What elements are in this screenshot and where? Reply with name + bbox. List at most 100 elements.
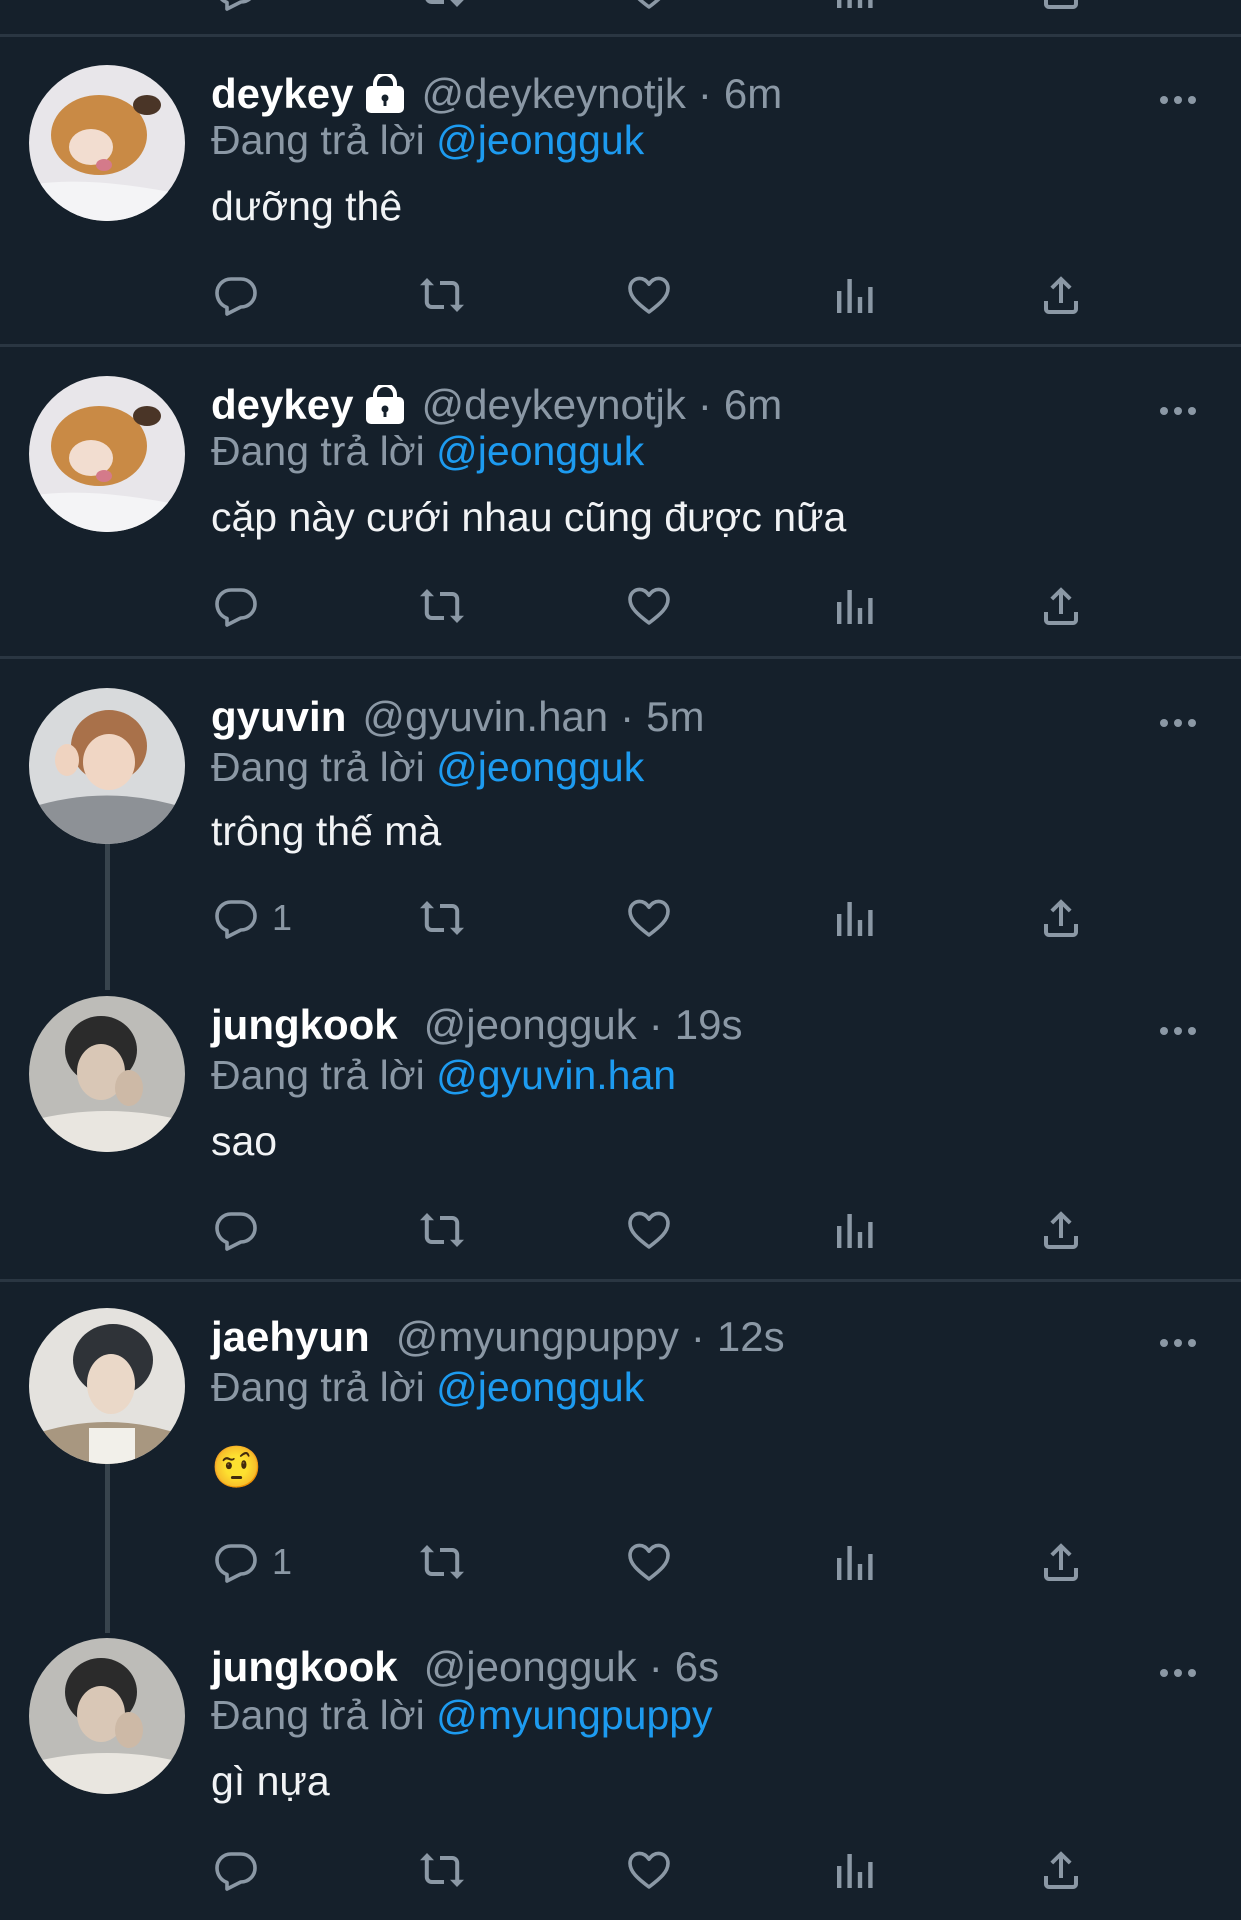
- avatar[interactable]: [29, 65, 185, 221]
- share-button[interactable]: [1037, 1532, 1085, 1592]
- like-button[interactable]: [625, 888, 673, 948]
- more-icon[interactable]: [1158, 716, 1198, 730]
- reply-prefix: Đang trả lời: [211, 744, 425, 790]
- tweet-header: jaehyun @myungpuppy · 12s: [211, 1308, 785, 1366]
- share-button[interactable]: [1037, 265, 1085, 325]
- reply-button[interactable]: 1: [212, 888, 292, 948]
- display-name[interactable]: deykey: [211, 70, 353, 118]
- display-name[interactable]: jungkook: [211, 1643, 398, 1691]
- reply-icon: [212, 1206, 260, 1254]
- like-button[interactable]: [625, 265, 673, 325]
- tweet-header: jungkook @jeongguk · 19s: [211, 996, 743, 1054]
- like-button[interactable]: [625, 1532, 673, 1592]
- reply-icon[interactable]: [212, 0, 260, 14]
- tweet-actions: [0, 576, 1241, 636]
- timestamp[interactable]: 6s: [675, 1643, 719, 1691]
- views-icon: [831, 271, 879, 319]
- username[interactable]: @myungpuppy: [396, 1313, 679, 1361]
- username[interactable]: @jeongguk: [424, 1643, 637, 1691]
- reply-mention[interactable]: @jeongguk: [436, 744, 644, 790]
- timestamp[interactable]: 5m: [646, 693, 704, 741]
- avatar[interactable]: [29, 688, 185, 844]
- reply-button[interactable]: [212, 1200, 272, 1260]
- views-icon: [831, 1538, 879, 1586]
- like-icon: [625, 271, 673, 319]
- username[interactable]: @jeongguk: [424, 1001, 637, 1049]
- reply-icon: [212, 271, 260, 319]
- views-icon: [831, 1206, 879, 1254]
- views-button[interactable]: [831, 576, 879, 636]
- like-button[interactable]: [625, 1840, 673, 1900]
- reply-mention[interactable]: @jeongguk: [436, 428, 644, 474]
- share-button[interactable]: [1037, 1840, 1085, 1900]
- separator-dot: ·: [697, 70, 712, 117]
- reply-mention[interactable]: @myungpuppy: [436, 1692, 712, 1738]
- display-name[interactable]: jaehyun: [211, 1313, 370, 1361]
- reply-mention[interactable]: @jeongguk: [436, 117, 644, 163]
- timestamp[interactable]: 19s: [675, 1001, 743, 1049]
- like-button[interactable]: [625, 576, 673, 636]
- divider: [0, 656, 1241, 659]
- views-button[interactable]: [831, 1840, 879, 1900]
- avatar[interactable]: [29, 1638, 185, 1794]
- retweet-button[interactable]: [418, 576, 466, 636]
- views-button[interactable]: [831, 1532, 879, 1592]
- avatar[interactable]: [29, 376, 185, 532]
- share-button[interactable]: [1037, 888, 1085, 948]
- lock-icon: [365, 74, 405, 114]
- share-button[interactable]: [1037, 576, 1085, 636]
- avatar[interactable]: [29, 996, 185, 1152]
- username[interactable]: @gyuvin.han: [362, 693, 608, 741]
- timestamp[interactable]: 6m: [724, 381, 782, 429]
- reply-button[interactable]: [212, 1840, 272, 1900]
- reply-button[interactable]: 1: [212, 1532, 292, 1592]
- views-icon[interactable]: [831, 0, 879, 14]
- tweet-text: dưỡng thê: [211, 183, 403, 229]
- retweet-icon: [418, 1206, 466, 1254]
- reply-button[interactable]: [212, 576, 272, 636]
- retweet-button[interactable]: [418, 265, 466, 325]
- tweet-header: gyuvin @gyuvin.han · 5m: [211, 688, 705, 746]
- retweet-button[interactable]: [418, 1200, 466, 1260]
- views-icon: [831, 582, 879, 630]
- retweet-button[interactable]: [418, 888, 466, 948]
- more-icon[interactable]: [1158, 1336, 1198, 1350]
- tweet-actions: [0, 1200, 1241, 1260]
- tweet-actions: [0, 265, 1241, 325]
- timestamp[interactable]: 12s: [717, 1313, 785, 1361]
- more-icon[interactable]: [1158, 404, 1198, 418]
- share-button[interactable]: [1037, 1200, 1085, 1260]
- reply-mention[interactable]: @jeongguk: [436, 1364, 644, 1410]
- separator-dot: ·: [648, 1001, 663, 1048]
- previous-tweet-actions: [0, 0, 1241, 34]
- display-name[interactable]: gyuvin: [211, 693, 346, 741]
- views-button[interactable]: [831, 1200, 879, 1260]
- display-name[interactable]: jungkook: [211, 1001, 398, 1049]
- tweet-text: sao: [211, 1118, 278, 1164]
- like-button[interactable]: [625, 1200, 673, 1260]
- more-icon[interactable]: [1158, 1666, 1198, 1680]
- views-button[interactable]: [831, 888, 879, 948]
- retweet-button[interactable]: [418, 1532, 466, 1592]
- more-icon[interactable]: [1158, 93, 1198, 107]
- avatar[interactable]: [29, 1308, 185, 1464]
- retweet-button[interactable]: [418, 1840, 466, 1900]
- like-icon[interactable]: [625, 0, 673, 14]
- share-icon[interactable]: [1037, 0, 1085, 14]
- more-icon[interactable]: [1158, 1024, 1198, 1038]
- reply-context: Đang trả lời @jeongguk: [211, 744, 644, 791]
- like-icon: [625, 894, 673, 942]
- username[interactable]: @deykeynotjk: [421, 381, 685, 429]
- retweet-icon[interactable]: [418, 0, 466, 14]
- username[interactable]: @deykeynotjk: [421, 70, 685, 118]
- reply-button[interactable]: [212, 265, 272, 325]
- reply-prefix: Đang trả lời: [211, 117, 425, 163]
- timestamp[interactable]: 6m: [724, 70, 782, 118]
- views-button[interactable]: [831, 265, 879, 325]
- display-name[interactable]: deykey: [211, 381, 353, 429]
- reply-mention[interactable]: @gyuvin.han: [436, 1052, 676, 1098]
- tweet-text: 🤨: [211, 1444, 263, 1490]
- views-icon: [831, 1846, 879, 1894]
- share-icon: [1037, 1538, 1085, 1586]
- separator-dot: ·: [648, 1643, 663, 1690]
